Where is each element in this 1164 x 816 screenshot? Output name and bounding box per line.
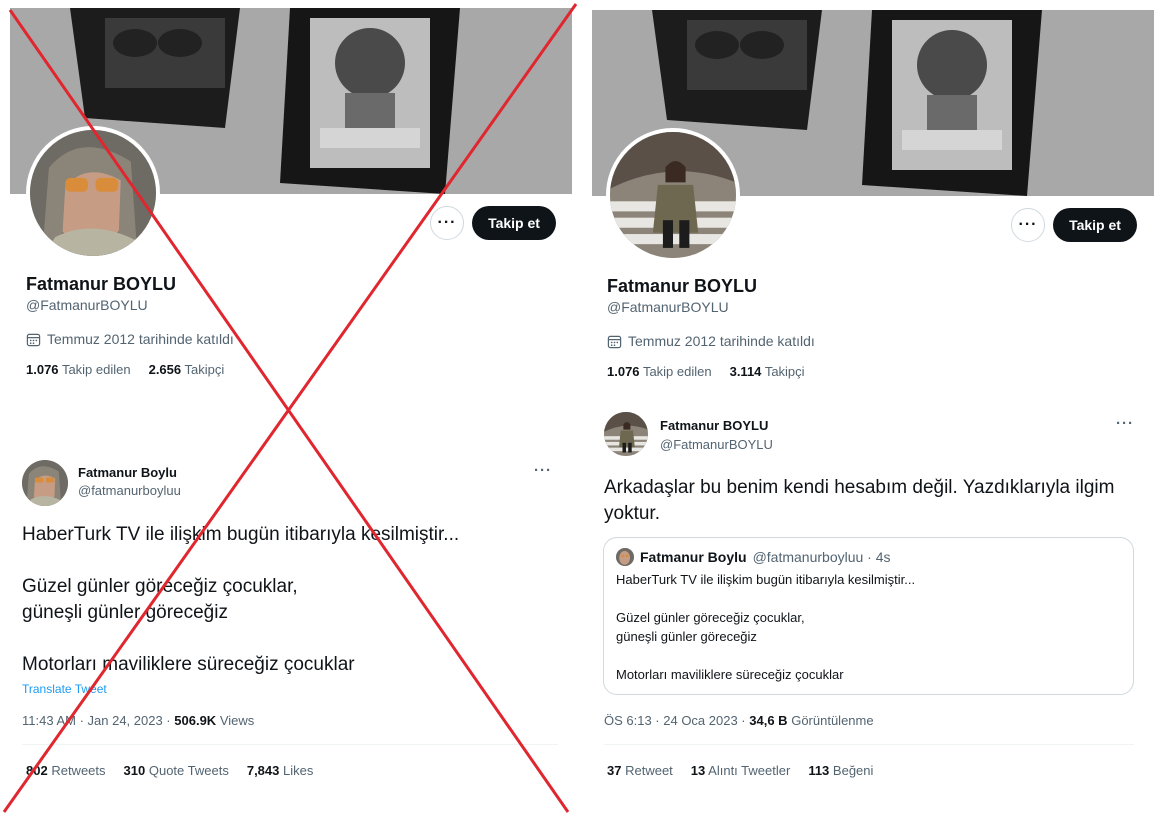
retweets-link[interactable]: 37 Retweet [607,763,673,778]
quoted-author-name: Fatmanur Boylu [640,549,747,565]
following-count: 1.076 [607,364,640,379]
likes-count: 113 [808,763,830,778]
views-count: 506.9K [174,713,217,728]
quotes-count: 13 [690,763,706,778]
retweets-link[interactable]: 802 Retweets [26,763,106,778]
more-options-button[interactable]: ··· [430,206,464,240]
profile-name: Fatmanur BOYLU [607,276,758,296]
tweet-avatar[interactable] [604,412,648,456]
following-label: Takip edilen [642,364,712,379]
tweet-avatar[interactable] [22,460,68,506]
joined-text: Temmuz 2012 tarihinde katıldı [628,333,815,349]
likes-link[interactable]: 7,843 Likes [247,763,314,778]
following-count: 1.076 [26,362,59,377]
quotes-count: 310 [123,763,146,778]
profile-handle: @FatmanurBOYLU [607,299,729,315]
divider [22,744,558,745]
quoted-tweet[interactable]: Fatmanur Boylu @fatmanurboyluu · 4s Habe… [603,537,1134,695]
avatar-photo [616,548,634,566]
divider [604,744,1134,745]
quoted-avatar [616,548,634,566]
tweet-timestamp[interactable]: 11:43 AM · Jan 24, 2023 · [22,713,171,728]
left-profile-card: ··· Takip et Fatmanur BOYLU @FatmanurBOY… [10,8,572,384]
views-count: 34,6 B [749,713,788,728]
quoted-tweet-header: Fatmanur Boylu @fatmanurboyluu · 4s [616,548,1121,566]
avatar-photo [30,130,156,256]
joined-text: Temmuz 2012 tarihinde katıldı [47,331,234,347]
quotes-label: Alıntı Tweetler [708,763,791,778]
tweet-author-handle[interactable]: @FatmanurBOYLU [660,437,773,452]
tweet-more-icon[interactable]: ··· [534,462,552,479]
retweets-count: 802 [26,763,48,778]
likes-link[interactable]: 113 Beğeni [808,763,873,778]
followers-label: Takipçi [184,362,225,377]
profile-joined: Temmuz 2012 tarihinde katıldı [607,333,815,349]
retweets-label: Retweets [51,763,106,778]
following-link[interactable]: 1.076 Takip edilen [26,362,131,377]
profile-avatar[interactable] [26,126,160,260]
quoted-line-2: Güzel günler göreceğiz çocuklar, [616,610,805,625]
follow-button[interactable]: Takip et [472,206,556,240]
quotes-label: Quote Tweets [148,763,229,778]
likes-label: Beğeni [832,763,874,778]
calendar-icon [26,333,41,346]
profile-avatar[interactable] [606,128,740,262]
quote-tweets-link[interactable]: 310 Quote Tweets [124,763,229,778]
profile-stats: 1.076 Takip edilen 3.114 Takipçi [607,364,805,379]
left-tweet: Fatmanur Boylu @fatmanurboyluu ··· Haber… [10,446,570,806]
retweets-count: 37 [607,763,622,778]
tweet-text-line-2: Güzel günler göreceğiz çocuklar, [22,576,298,597]
followers-link[interactable]: 2.656 Takipçi [149,362,225,377]
tweet-timestamp[interactable]: ÖS 6:13 · 24 Oca 2023 · [604,713,746,728]
followers-label: Takipçi [764,364,805,379]
views-label: Views [219,713,255,728]
more-options-button[interactable]: ··· [1011,208,1045,242]
likes-label: Likes [283,763,314,778]
avatar-photo [610,132,736,258]
quoted-line-1: HaberTurk TV ile ilişkim bugün itibarıyl… [616,572,916,587]
quote-tweets-link[interactable]: 13 Alıntı Tweetler [691,763,791,778]
tweet-text-line-4: Motorları maviliklere süreceğiz çocuklar [22,654,355,675]
quoted-line-3: güneşli günler göreceğiz [616,629,757,644]
followers-count: 3.114 [729,364,762,379]
tweet-text: Arkadaşlar bu benim kendi hesabım değil.… [604,477,1115,524]
tweet-more-icon[interactable]: ··· [1116,415,1134,432]
tweet-text-line-3: güneşli günler göreceğiz [22,602,228,623]
follow-button[interactable]: Takip et [1053,208,1137,242]
quoted-line-4: Motorları maviliklere süreceğiz çocuklar [616,667,844,682]
translate-tweet-link[interactable]: Translate Tweet [22,682,107,696]
tweet-author-name[interactable]: Fatmanur BOYLU [660,418,768,433]
calendar-icon [607,335,622,348]
profile-name: Fatmanur BOYLU [26,274,177,294]
following-link[interactable]: 1.076 Takip edilen [607,364,712,379]
retweets-label: Retweet [625,763,673,778]
profile-stats: 1.076 Takip edilen 2.656 Takipçi [26,362,224,377]
avatar-photo [22,460,68,506]
tweet-stats: 802 Retweets 310 Quote Tweets 7,843 Like… [26,763,313,778]
tweet-stats: 37 Retweet 13 Alıntı Tweetler 113 Beğeni [607,763,873,778]
tweet-meta: ÖS 6:13 · 24 Oca 2023 · 34,6 B Görüntüle… [604,713,874,728]
right-tweet: Fatmanur BOYLU @FatmanurBOYLU ··· Arkada… [592,400,1154,806]
tweet-meta: 11:43 AM · Jan 24, 2023 · 506.9K Views [22,713,254,728]
profile-handle: @FatmanurBOYLU [26,297,148,313]
following-label: Takip edilen [61,362,131,377]
avatar-photo [604,412,648,456]
followers-link[interactable]: 3.114 Takipçi [730,364,805,379]
views-label: Görüntülenme [791,713,874,728]
tweet-author-handle[interactable]: @fatmanurboyluu [78,483,181,498]
tweet-text-line-1: HaberTurk TV ile ilişkim bugün itibarıyl… [22,524,460,545]
followers-count: 2.656 [148,362,182,377]
tweet-author-name[interactable]: Fatmanur Boylu [78,465,177,480]
right-profile-card: ··· Takip et Fatmanur BOYLU @FatmanurBOY… [592,10,1154,386]
profile-joined: Temmuz 2012 tarihinde katıldı [26,331,234,347]
likes-count: 7,843 [246,763,280,778]
quoted-author-handle: @fatmanurboyluu · 4s [752,549,891,565]
